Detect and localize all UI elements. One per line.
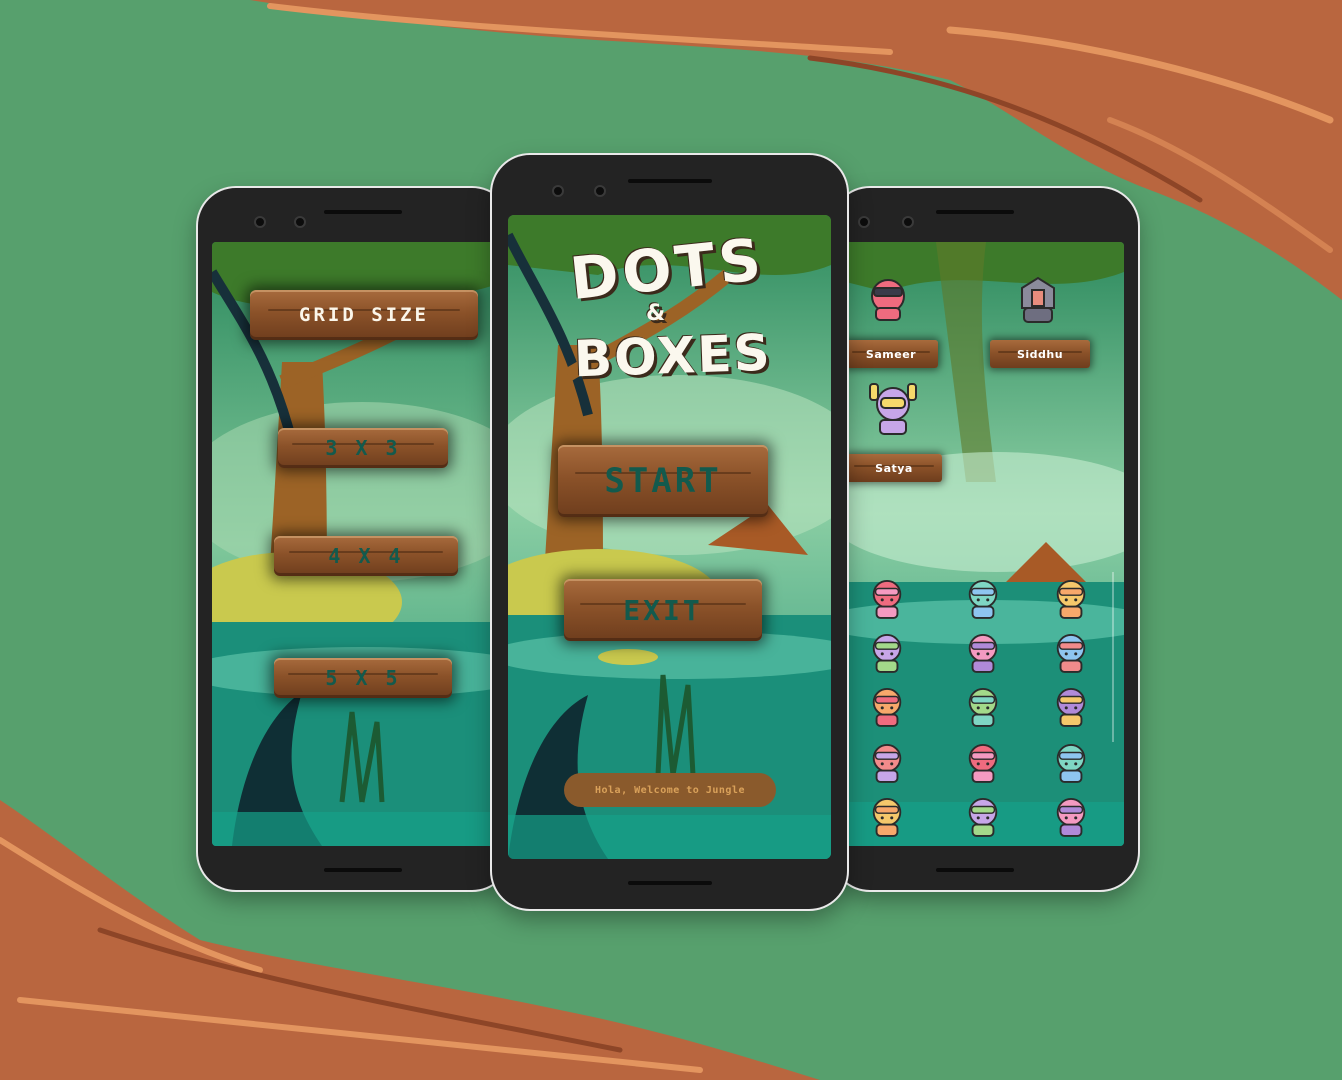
earpiece-speaker <box>628 179 712 183</box>
viking-avatar-icon[interactable] <box>1052 576 1090 620</box>
player-name-plank[interactable]: Sameer <box>846 340 938 368</box>
right-phone: Sameer Siddhu Satya <box>832 188 1138 890</box>
home-screen: DOTS & BOXES START EXIT Hola, Welcome to… <box>508 215 831 859</box>
earpiece-speaker <box>936 210 1014 214</box>
grid-5x5-button[interactable]: 5 X 5 <box>274 658 452 698</box>
player-name: Sameer <box>865 347 917 361</box>
grid-3x3-button[interactable]: 3 X 3 <box>278 428 448 468</box>
grid-4x4-button[interactable]: 4 X 4 <box>274 536 458 576</box>
start-button-label: START <box>604 461 722 501</box>
astronaut-avatar-icon <box>869 383 917 435</box>
front-camera-icon <box>858 216 870 228</box>
bandana-avatar-icon[interactable] <box>1052 630 1090 674</box>
shark-avatar-icon[interactable] <box>964 794 1002 838</box>
front-camera-icon <box>294 216 306 228</box>
masked-avatar-icon[interactable] <box>868 794 906 838</box>
spiky-hair-avatar-icon[interactable] <box>868 684 906 728</box>
left-phone: GRID SIZE 3 X 3 4 X 4 5 X 5 <box>198 188 510 890</box>
bottom-speaker <box>324 868 402 872</box>
pilot-avatar-icon[interactable] <box>868 630 906 674</box>
player-name: Siddhu <box>1016 347 1064 361</box>
front-camera-icon <box>254 216 266 228</box>
grid-option-label: 4 X 4 <box>328 544 404 568</box>
grid-size-title: GRID SIZE <box>299 304 429 326</box>
elf-avatar-icon[interactable] <box>868 740 906 784</box>
start-button[interactable]: START <box>558 445 768 517</box>
shield-hero-avatar-icon[interactable] <box>868 576 906 620</box>
center-phone: DOTS & BOXES START EXIT Hola, Welcome to… <box>492 155 847 909</box>
welcome-message: Hola, Welcome to Jungle <box>564 773 776 807</box>
red-ninja-avatar-icon[interactable] <box>964 740 1002 784</box>
front-camera-icon <box>594 185 606 197</box>
front-camera-icon <box>552 185 564 197</box>
grid-size-screen: GRID SIZE 3 X 3 4 X 4 5 X 5 <box>212 242 502 846</box>
front-camera-icon <box>902 216 914 228</box>
knight-avatar-icon <box>1021 276 1055 323</box>
cat-mask-avatar-icon[interactable] <box>1052 684 1090 728</box>
dragon-avatar-icon[interactable] <box>964 576 1002 620</box>
jungle-background <box>508 215 831 859</box>
bottom-speaker <box>936 868 1014 872</box>
player-select-screen: Sameer Siddhu Satya <box>846 242 1124 846</box>
ninja-mask-avatar-icon[interactable] <box>964 630 1002 674</box>
player-name: Satya <box>875 461 913 475</box>
bottom-speaker <box>628 881 712 885</box>
player-name-plank[interactable]: Siddhu <box>990 340 1090 368</box>
exit-button[interactable]: EXIT <box>564 579 762 641</box>
grid-option-label: 5 X 5 <box>325 666 401 690</box>
game-logo-ampersand: & <box>646 301 666 326</box>
avatar-list-scrollbar[interactable] <box>1112 572 1114 742</box>
grid-option-label: 3 X 3 <box>325 436 401 460</box>
earpiece-speaker <box>324 210 402 214</box>
alien-avatar-icon[interactable] <box>1052 740 1090 784</box>
grid-size-title-plank: GRID SIZE <box>250 290 478 340</box>
player-name-plank[interactable]: Satya <box>846 454 942 482</box>
red-monster-avatar-icon[interactable] <box>1052 794 1090 838</box>
exit-button-label: EXIT <box>623 593 703 627</box>
ninja-avatar-icon <box>871 279 905 321</box>
goggles-avatar-icon[interactable] <box>964 684 1002 728</box>
welcome-text: Hola, Welcome to Jungle <box>595 784 745 796</box>
game-logo-boxes: BOXES <box>573 323 773 389</box>
